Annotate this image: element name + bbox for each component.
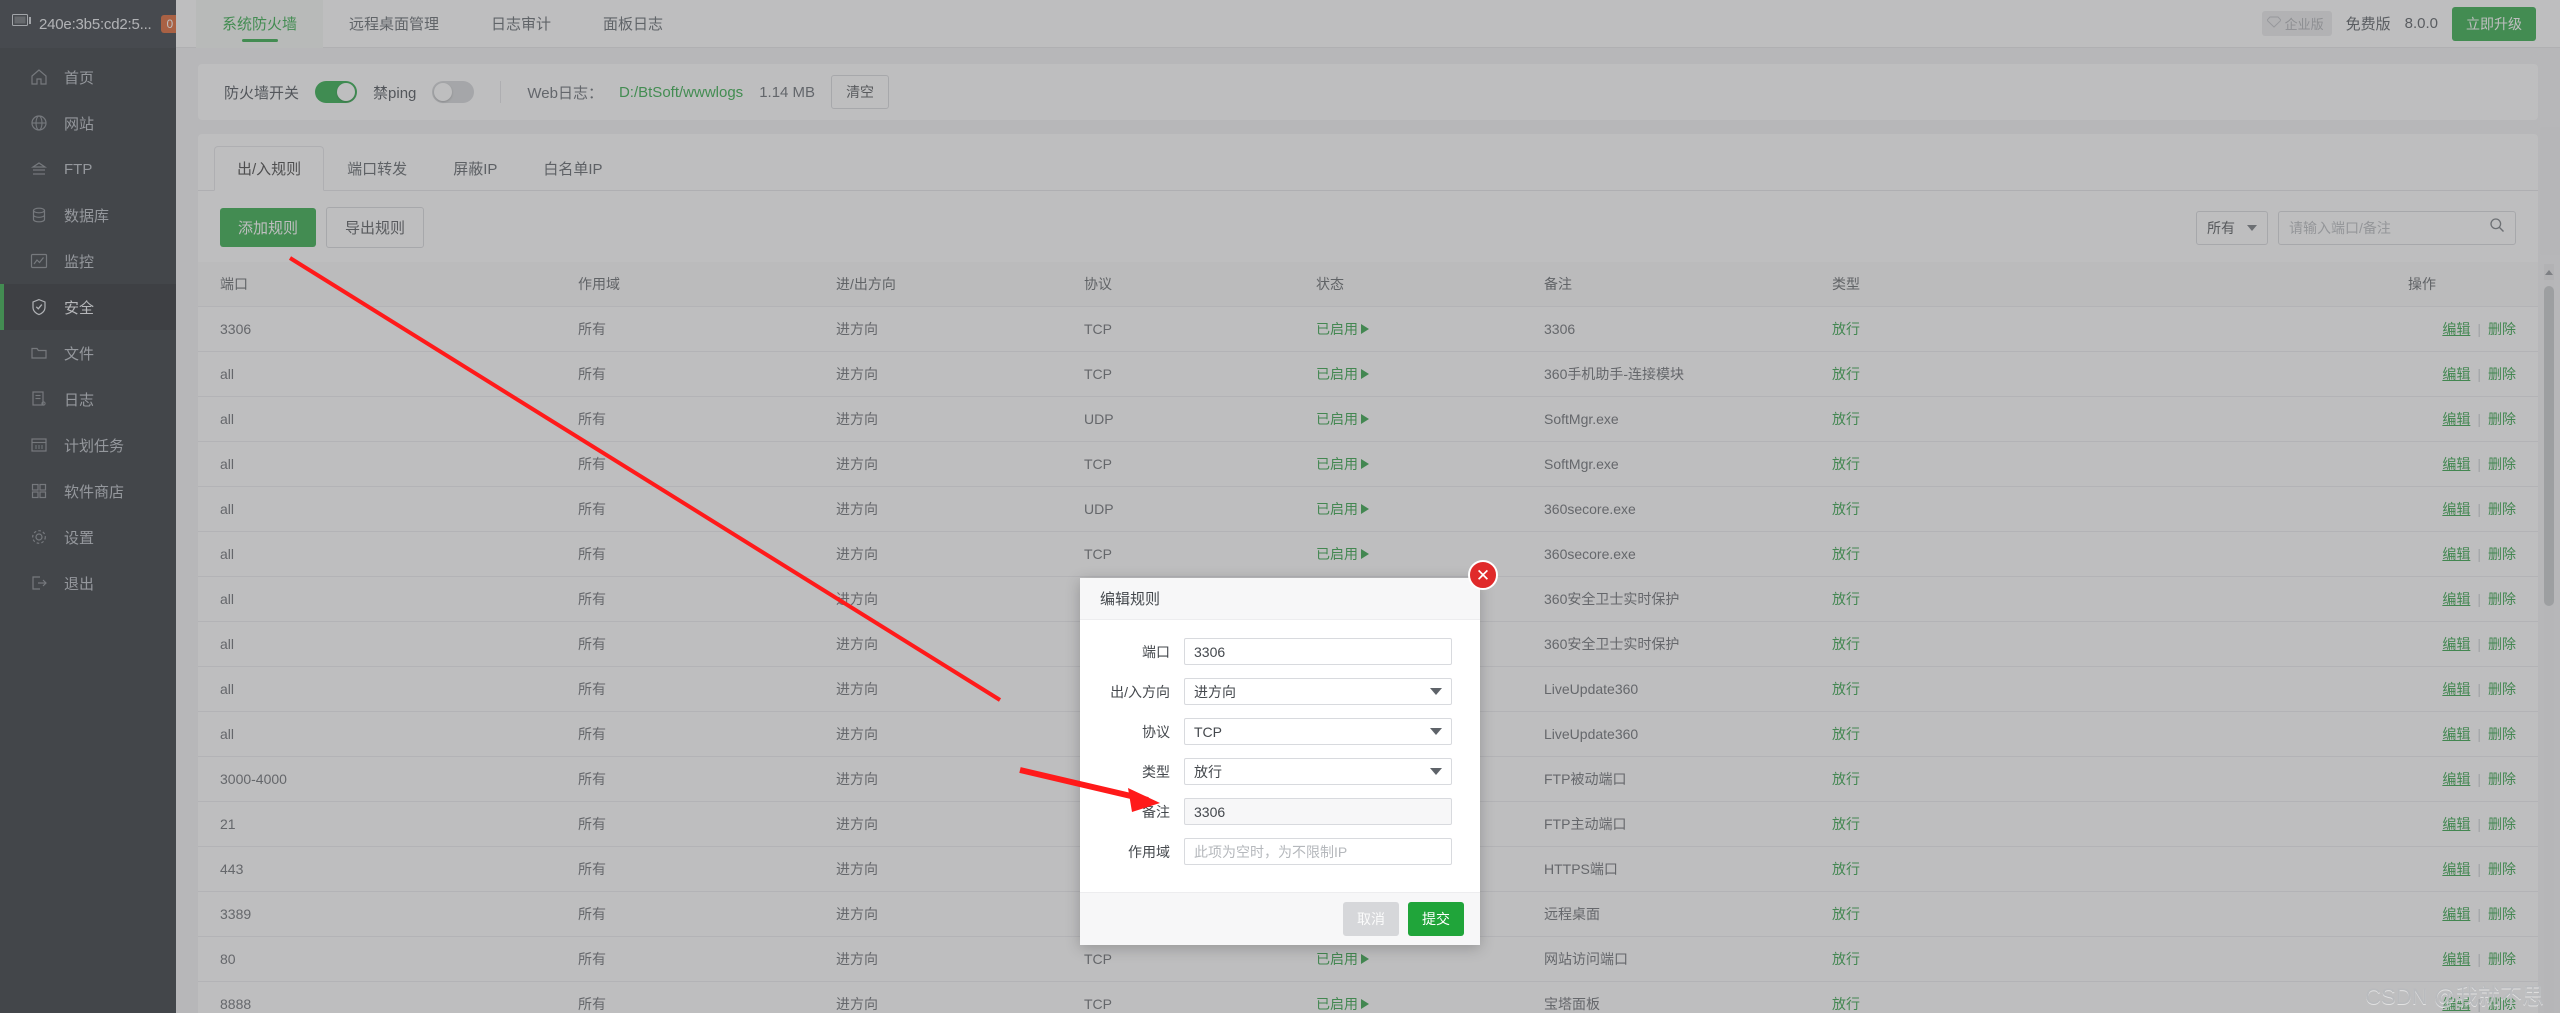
form-row-4: 备注	[1094, 798, 1452, 825]
dialog-body: 端口出/入方向 进方向协议 TCP 类型 放行备注作用域	[1080, 620, 1480, 892]
edit-rule-dialog: ✕ 编辑规则 端口出/入方向 进方向协议 TCP 类型 放行备注作用域 取消 提交	[1080, 560, 1498, 945]
field-value: 放行	[1194, 763, 1222, 780]
cancel-button[interactable]: 取消	[1343, 902, 1399, 936]
chevron-down-icon	[1430, 728, 1442, 735]
field-value: 进方向	[1194, 683, 1236, 700]
app-root: 240e:3b5:cd2:5... 0 首页 网站 FTP 数据库 监控 安全 …	[0, 0, 2560, 1013]
form-row-5: 作用域	[1094, 838, 1452, 865]
field-select[interactable]: TCP	[1184, 718, 1452, 745]
watermark: CSDN @我就不思	[2365, 984, 2544, 1009]
chevron-down-icon	[1430, 768, 1442, 775]
submit-button[interactable]: 提交	[1408, 902, 1464, 936]
close-icon[interactable]: ✕	[1468, 560, 1498, 590]
field-label: 备注	[1142, 803, 1170, 820]
field-input[interactable]	[1184, 798, 1452, 825]
field-input[interactable]	[1184, 638, 1452, 665]
field-select[interactable]: 放行	[1184, 758, 1452, 785]
form-row-0: 端口	[1094, 638, 1452, 665]
field-label: 端口	[1142, 643, 1170, 660]
dialog-footer: 取消 提交	[1080, 892, 1480, 945]
field-text-input[interactable]	[1194, 643, 1442, 660]
form-row-2: 协议 TCP	[1094, 718, 1452, 745]
field-select[interactable]: 进方向	[1184, 678, 1452, 705]
field-label: 类型	[1142, 763, 1170, 780]
field-text-input[interactable]	[1194, 803, 1442, 820]
field-label: 作用域	[1128, 843, 1170, 860]
form-row-3: 类型 放行	[1094, 758, 1452, 785]
field-value: TCP	[1194, 723, 1222, 740]
field-input[interactable]	[1184, 838, 1452, 865]
field-label: 协议	[1142, 723, 1170, 740]
field-text-input[interactable]	[1194, 843, 1442, 860]
form-row-1: 出/入方向 进方向	[1094, 678, 1452, 705]
field-label: 出/入方向	[1110, 683, 1170, 700]
chevron-down-icon	[1430, 688, 1442, 695]
dialog-title: 编辑规则	[1080, 578, 1480, 620]
